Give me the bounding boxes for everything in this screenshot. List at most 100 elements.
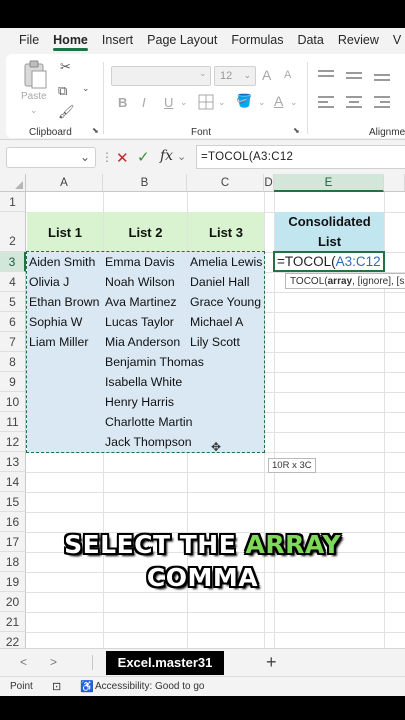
alignment-group-label: Alignmer bbox=[369, 127, 405, 138]
tab-separator bbox=[92, 655, 93, 670]
gridline bbox=[26, 592, 405, 593]
device-bottom-bar bbox=[0, 696, 405, 720]
paste-icon[interactable] bbox=[22, 60, 48, 90]
font-size-value: 12 bbox=[220, 70, 233, 82]
more-options-icon[interactable]: ⋮ bbox=[101, 150, 113, 164]
row-header-20[interactable]: 20 bbox=[0, 592, 26, 612]
status-mode: Point bbox=[10, 681, 33, 692]
row-header-14[interactable]: 14 bbox=[0, 472, 26, 492]
row-header-3[interactable]: 3 bbox=[0, 252, 26, 272]
row-header-16[interactable]: 16 bbox=[0, 512, 26, 532]
header-list-2[interactable]: List 2 bbox=[104, 212, 187, 252]
font-size-box[interactable]: 12 ⌄ bbox=[214, 66, 256, 86]
gridline bbox=[26, 632, 405, 633]
name-box-dropdown-icon[interactable]: ⌄ bbox=[80, 150, 90, 164]
row-header-6[interactable]: 6 bbox=[0, 312, 26, 332]
marching-ants-selection bbox=[26, 251, 265, 453]
accessibility-status[interactable]: Accessibility: Good to go bbox=[95, 681, 205, 692]
tab-view[interactable]: V bbox=[393, 33, 401, 47]
row-header-5[interactable]: 5 bbox=[0, 292, 26, 312]
gridline bbox=[26, 612, 405, 613]
caption-line-2: COMMA bbox=[146, 563, 259, 592]
cut-icon[interactable]: ✂ bbox=[60, 60, 71, 73]
watermark-label: Excel.master31 bbox=[106, 651, 224, 675]
column-header-c[interactable]: C bbox=[187, 174, 264, 192]
font-launcher-icon[interactable]: ⬊ bbox=[293, 127, 300, 135]
selection-size-tooltip: 10R x 3C bbox=[268, 458, 316, 473]
tab-file[interactable]: File bbox=[19, 33, 39, 47]
active-cell-e3[interactable]: =TOCOL(A3:C12 bbox=[273, 251, 385, 272]
add-sheet-button[interactable]: + bbox=[266, 652, 277, 673]
insert-function-icon[interactable]: fx bbox=[160, 148, 173, 164]
font-size-dropdown-icon[interactable]: ⌄ bbox=[243, 70, 251, 81]
column-header-d[interactable]: D bbox=[264, 174, 274, 192]
column-header-e[interactable]: E bbox=[274, 174, 384, 192]
tab-home[interactable]: Home bbox=[53, 33, 88, 51]
tab-data[interactable]: Data bbox=[297, 33, 323, 47]
workbook-stats-icon[interactable]: ⊡ bbox=[52, 680, 61, 693]
header-list-3[interactable]: List 3 bbox=[188, 212, 264, 252]
clipboard-group-label: Clipboard bbox=[29, 127, 72, 138]
borders-dropdown-icon[interactable]: ⌄ bbox=[218, 98, 226, 107]
format-painter-icon[interactable]: 🖌 bbox=[58, 105, 75, 118]
bold-button[interactable]: B bbox=[118, 96, 127, 109]
shrink-font-icon[interactable]: A bbox=[284, 70, 291, 81]
prev-sheet-icon[interactable]: < bbox=[20, 655, 27, 669]
italic-button[interactable]: I bbox=[142, 96, 146, 109]
borders-icon[interactable] bbox=[198, 94, 214, 110]
row-header-22[interactable]: 22 bbox=[0, 632, 26, 648]
row-header-10[interactable]: 10 bbox=[0, 392, 26, 412]
tab-review[interactable]: Review bbox=[338, 33, 379, 47]
active-cell-prefix: =TOCOL( bbox=[277, 254, 336, 269]
font-family-dropdown-icon[interactable]: ⌄ bbox=[199, 69, 207, 78]
row-header-11[interactable]: 11 bbox=[0, 412, 26, 432]
fill-color-dropdown-icon[interactable]: ⌄ bbox=[258, 98, 266, 107]
cancel-entry-icon[interactable]: ✕ bbox=[116, 149, 129, 167]
column-header-b[interactable]: B bbox=[103, 174, 187, 192]
status-bar: Point ⊡ ♿ Accessibility: Good to go bbox=[0, 676, 405, 696]
function-tooltip[interactable]: TOCOL(array, [ignore], [s bbox=[285, 273, 405, 289]
font-color-dropdown-icon[interactable]: ⌄ bbox=[290, 98, 298, 107]
paste-label[interactable]: Paste bbox=[21, 92, 47, 102]
row-header-2[interactable]: 2 bbox=[0, 212, 26, 252]
row-header-9[interactable]: 9 bbox=[0, 372, 26, 392]
gridline bbox=[26, 512, 405, 513]
formula-bar-dropdown-icon[interactable]: ⌄ bbox=[177, 150, 186, 163]
accessibility-icon[interactable]: ♿ bbox=[80, 680, 94, 693]
tooltip-rest: , [ignore], [s bbox=[352, 276, 405, 287]
tab-insert[interactable]: Insert bbox=[102, 33, 133, 47]
row-header-15[interactable]: 15 bbox=[0, 492, 26, 512]
formula-input[interactable]: =TOCOL(A3:C12 bbox=[196, 145, 405, 169]
ribbon-panel: Paste ⌄ ✂ ⧉ ⌄ 🖌 Clipboard ⬊ ⌄ 12 ⌄ A A B… bbox=[6, 54, 405, 138]
clipboard-launcher-icon[interactable]: ⬊ bbox=[92, 127, 99, 135]
column-header-a[interactable]: A bbox=[26, 174, 103, 192]
underline-dropdown-icon[interactable]: ⌄ bbox=[180, 98, 188, 107]
font-family-box[interactable] bbox=[111, 66, 211, 86]
row-header-1[interactable]: 1 bbox=[0, 192, 26, 212]
tab-page-layout[interactable]: Page Layout bbox=[147, 33, 217, 47]
paste-dropdown-icon[interactable]: ⌄ bbox=[30, 106, 38, 115]
caption-highlight: ARRAY bbox=[245, 530, 341, 559]
column-header-f[interactable] bbox=[384, 174, 405, 192]
copy-icon[interactable]: ⧉ bbox=[58, 84, 67, 97]
header-consolidated-line2: List bbox=[317, 234, 342, 249]
row-header-7[interactable]: 7 bbox=[0, 332, 26, 352]
next-sheet-icon[interactable]: > bbox=[50, 655, 57, 669]
row-header-21[interactable]: 21 bbox=[0, 612, 26, 632]
row-header-13[interactable]: 13 bbox=[0, 452, 26, 472]
row-header-4[interactable]: 4 bbox=[0, 272, 26, 292]
tab-formulas[interactable]: Formulas bbox=[231, 33, 283, 47]
underline-button[interactable]: U bbox=[164, 96, 173, 109]
name-box[interactable]: ⌄ bbox=[6, 147, 96, 168]
row-header-8[interactable]: 8 bbox=[0, 352, 26, 372]
select-all-corner[interactable] bbox=[0, 174, 26, 192]
fill-color-icon[interactable]: 🪣 bbox=[236, 94, 252, 107]
header-consolidated-list[interactable]: Consolidated List bbox=[275, 212, 384, 252]
confirm-entry-icon[interactable]: ✓ bbox=[137, 148, 150, 166]
grow-font-icon[interactable]: A bbox=[262, 68, 271, 82]
tooltip-arg-array[interactable]: array bbox=[328, 276, 352, 287]
header-list-1[interactable]: List 1 bbox=[27, 212, 103, 252]
font-color-icon[interactable]: A bbox=[274, 94, 283, 108]
copy-dropdown-icon[interactable]: ⌄ bbox=[82, 84, 90, 93]
row-header-12[interactable]: 12 bbox=[0, 432, 26, 452]
